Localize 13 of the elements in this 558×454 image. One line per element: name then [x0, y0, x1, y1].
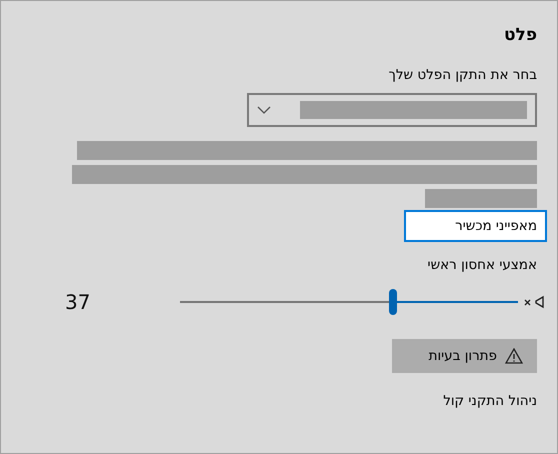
volume-label: אמצעי אחסון ראשי — [428, 257, 537, 273]
chevron-down-icon — [257, 106, 271, 114]
volume-value: 37 — [65, 290, 90, 314]
volume-slider[interactable] — [180, 289, 518, 315]
section-title: פלט — [504, 25, 537, 45]
warning-icon — [505, 348, 523, 364]
manage-sound-devices-link[interactable]: ניהול התקני קול — [443, 393, 537, 409]
speaker-muted-icon[interactable] — [523, 294, 545, 310]
device-dropdown[interactable] — [247, 93, 537, 127]
device-label: בחר את התקן הפלט שלך — [388, 67, 537, 83]
device-properties-link[interactable]: מאפייני מכשיר — [404, 210, 547, 242]
troubleshoot-button[interactable]: פתרון בעיות — [392, 339, 537, 373]
slider-thumb[interactable] — [388, 289, 397, 315]
